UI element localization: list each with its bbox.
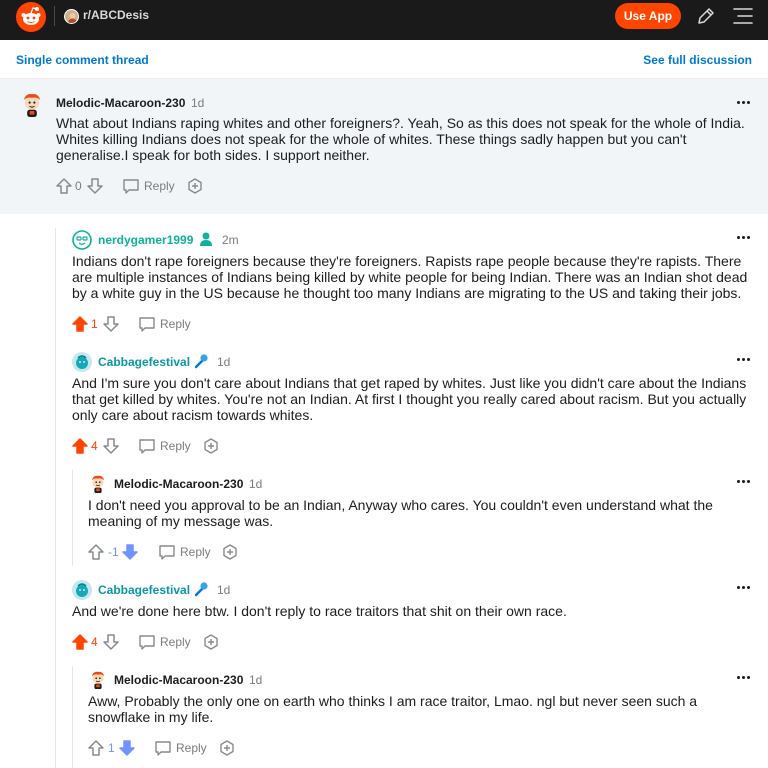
award-icon[interactable] (202, 437, 220, 455)
vote-score: -1 (108, 545, 119, 559)
person-flair-icon (198, 231, 214, 247)
user-avatar[interactable] (89, 472, 107, 496)
comment-age: 2m (222, 233, 239, 247)
user-avatar[interactable] (89, 668, 107, 692)
subreddit-name[interactable]: r/ABCDesis (83, 8, 149, 22)
vote-score: 4 (91, 439, 98, 453)
comment-age: 1d (249, 673, 263, 687)
reply-button[interactable]: Reply (144, 179, 175, 193)
comment-author[interactable]: Melodic-Macaroon-230 (114, 673, 243, 687)
more-options-icon[interactable] (737, 101, 751, 105)
comment-bubble-icon[interactable] (122, 177, 140, 195)
comment-author[interactable]: Melodic-Macaroon-230 (114, 477, 243, 491)
award-icon[interactable] (202, 633, 220, 651)
user-avatar[interactable] (72, 580, 92, 600)
thread-line (72, 666, 73, 768)
comment-author[interactable]: Cabbagefestival (98, 583, 190, 597)
downvote-arrow-icon[interactable] (121, 543, 139, 561)
use-app-button[interactable]: Use App (615, 3, 681, 29)
pencil-icon[interactable] (696, 6, 716, 31)
upvote-arrow-icon[interactable] (55, 177, 73, 195)
comment-body: And I'm sure you don't care about Indian… (72, 375, 747, 423)
comment-body: I don't need you approval to be an India… (88, 497, 713, 529)
reply-button[interactable]: Reply (180, 545, 211, 559)
upvote-arrow-icon[interactable] (71, 315, 89, 333)
comment-bubble-icon[interactable] (138, 633, 156, 651)
comment-bubble-icon[interactable] (138, 437, 156, 455)
upvote-arrow-icon[interactable] (71, 633, 89, 651)
reply-button[interactable]: Reply (160, 439, 191, 453)
award-icon[interactable] (218, 739, 236, 757)
comment-body: What about Indians raping whites and oth… (56, 115, 745, 163)
comment-author[interactable]: Cabbagefestival (98, 355, 190, 369)
comment-bubble-icon[interactable] (154, 739, 172, 757)
hamburger-menu-icon[interactable] (732, 7, 754, 30)
comment-age: 1d (191, 96, 205, 110)
upvote-arrow-icon[interactable] (87, 739, 105, 757)
upvote-arrow-icon[interactable] (71, 437, 89, 455)
divider (54, 6, 55, 26)
reply-button[interactable]: Reply (160, 635, 191, 649)
thread-bar: Single comment thread See full discussio… (0, 40, 768, 79)
reply-button[interactable]: Reply (176, 741, 207, 755)
subreddit-icon[interactable] (64, 9, 79, 24)
comment-age: 1d (217, 583, 231, 597)
comment-body: And we're done here btw. I don't reply t… (72, 603, 567, 619)
downvote-arrow-icon[interactable] (102, 437, 120, 455)
microphone-flair-icon (193, 353, 209, 369)
full-discussion-link[interactable]: See full discussion (643, 53, 752, 67)
vote-score: 1 (91, 317, 98, 331)
downvote-arrow-icon[interactable] (102, 315, 120, 333)
vote-score: 1 (108, 741, 115, 755)
user-avatar[interactable] (72, 352, 92, 372)
comment-author[interactable]: nerdygamer1999 (98, 233, 193, 247)
comment-bubble-icon[interactable] (158, 543, 176, 561)
user-avatar[interactable] (20, 90, 44, 120)
more-options-icon[interactable] (737, 586, 751, 590)
reply-button[interactable]: Reply (160, 317, 191, 331)
comment-bubble-icon[interactable] (138, 315, 156, 333)
more-options-icon[interactable] (737, 676, 751, 680)
comment-body: Aww, Probably the only one on earth who … (88, 693, 698, 725)
thread-line (72, 470, 73, 566)
downvote-arrow-icon[interactable] (118, 739, 136, 757)
comment-body: Indians don't rape foreigners because th… (72, 253, 748, 301)
upvote-arrow-icon[interactable] (87, 543, 105, 561)
vote-score: 0 (75, 179, 82, 193)
award-icon[interactable] (186, 177, 204, 195)
more-options-icon[interactable] (737, 480, 751, 484)
award-icon[interactable] (221, 543, 239, 561)
downvote-arrow-icon[interactable] (102, 633, 120, 651)
top-bar: r/ABCDesis Use App (0, 0, 768, 40)
comment-author[interactable]: Melodic-Macaroon-230 (56, 96, 185, 110)
more-options-icon[interactable] (737, 358, 751, 362)
microphone-flair-icon (193, 581, 209, 597)
user-avatar[interactable] (72, 230, 92, 250)
comment-age: 1d (217, 355, 231, 369)
vote-score: 4 (91, 635, 98, 649)
more-options-icon[interactable] (737, 236, 751, 240)
single-thread-link[interactable]: Single comment thread (16, 53, 149, 67)
comment-age: 1d (249, 477, 263, 491)
reddit-logo-icon[interactable] (16, 2, 46, 32)
thread-line (55, 228, 56, 768)
downvote-arrow-icon[interactable] (86, 177, 104, 195)
